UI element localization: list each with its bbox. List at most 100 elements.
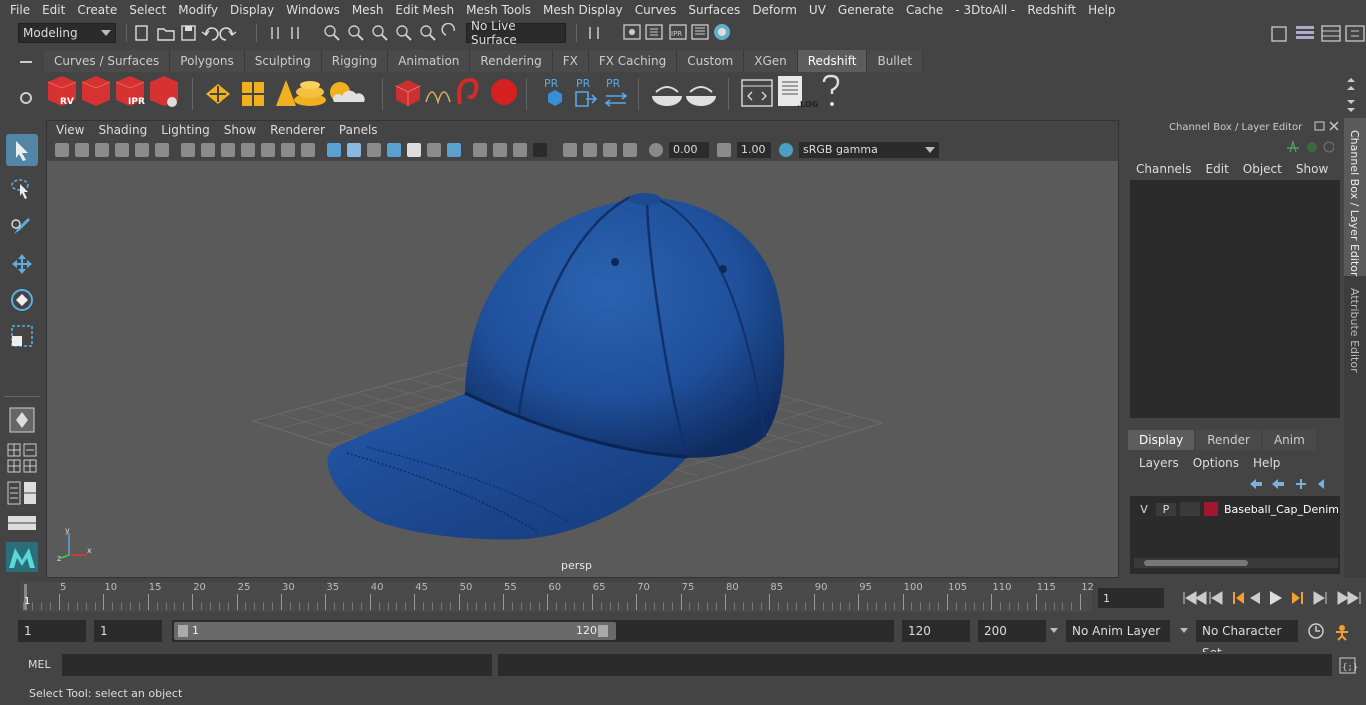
vp-menu-renderer[interactable]: Renderer	[263, 123, 332, 137]
menu-file[interactable]: File	[4, 3, 36, 17]
range-handle-left-grip[interactable]	[178, 625, 188, 637]
depth-of-field-icon[interactable]	[533, 143, 547, 157]
menu-mesh-display[interactable]: Mesh Display	[537, 3, 629, 17]
command-language-label[interactable]: MEL	[28, 658, 51, 671]
menu-display[interactable]: Display	[224, 3, 280, 17]
layer-tab-display[interactable]: Display	[1128, 430, 1195, 450]
layer-visibility-toggle[interactable]: V	[1134, 503, 1154, 516]
menu-mesh[interactable]: Mesh	[346, 3, 390, 17]
xray-components-icon[interactable]	[623, 143, 637, 157]
layer-menu-help[interactable]: Help	[1253, 456, 1280, 470]
grid-icon[interactable]	[181, 143, 195, 157]
tab-fx[interactable]: FX	[552, 50, 589, 72]
tab-rendering[interactable]: Rendering	[470, 50, 553, 72]
exposure-icon[interactable]	[649, 143, 663, 157]
playback-start-field[interactable]: 1	[94, 620, 162, 642]
xray-icon[interactable]	[583, 143, 597, 157]
lasso-tool[interactable]	[6, 172, 38, 204]
channel-box-mode-icons[interactable]	[1284, 138, 1334, 156]
ambient-occlusion-icon[interactable]	[473, 143, 487, 157]
panel-window-controls[interactable]	[1312, 120, 1342, 134]
viewport-scene[interactable]: y x z	[47, 161, 1118, 577]
textured-icon[interactable]	[407, 143, 421, 157]
wireframe-icon[interactable]	[327, 143, 341, 157]
gamma-icon[interactable]	[717, 143, 731, 157]
range-slider[interactable]: 1 120	[172, 620, 894, 642]
gate-mask-icon[interactable]	[241, 143, 255, 157]
smooth-shade-icon[interactable]	[347, 143, 361, 157]
cb-menu-channels[interactable]: Channels	[1136, 162, 1192, 176]
tab-custom[interactable]: Custom	[677, 50, 745, 72]
layout-presets-icons[interactable]	[6, 442, 38, 552]
redshift-shelf-icons[interactable]: PR PR PR	[40, 72, 1340, 116]
layer-playback-toggle[interactable]: P	[1156, 502, 1176, 516]
tab-polygons[interactable]: Polygons	[170, 50, 245, 72]
tab-fx-caching[interactable]: FX Caching	[588, 50, 678, 72]
tab-animation[interactable]: Animation	[388, 50, 471, 72]
end-time-field[interactable]: 200	[978, 620, 1046, 642]
bookmark-icon[interactable]	[95, 143, 109, 157]
layer-name[interactable]: Baseball_Cap_Denim_B	[1224, 503, 1338, 516]
menu-edit[interactable]: Edit	[36, 3, 71, 17]
menu-select[interactable]: Select	[123, 3, 172, 17]
cb-menu-show[interactable]: Show	[1296, 162, 1328, 176]
menu-deform[interactable]: Deform	[746, 3, 803, 17]
layer-type-toggle[interactable]	[1180, 502, 1200, 516]
menu-generate[interactable]: Generate	[832, 3, 900, 17]
gamma-field[interactable]: 1.00	[737, 142, 771, 158]
safe-action-icon[interactable]	[281, 143, 295, 157]
layer-tab-render[interactable]: Render	[1196, 430, 1261, 450]
current-frame-value[interactable]: 1	[1103, 592, 1110, 605]
vp-menu-shading[interactable]: Shading	[91, 123, 154, 137]
live-surface-field[interactable]: No Live Surface	[466, 19, 566, 47]
side-tab-attribute-editor[interactable]: Attribute Editor	[1344, 278, 1366, 378]
render-tools-icons[interactable]: IPR	[622, 22, 752, 44]
safe-title-icon[interactable]	[301, 143, 315, 157]
move-tool[interactable]	[6, 248, 38, 280]
camera-icon[interactable]	[55, 143, 69, 157]
anti-alias-icon[interactable]	[513, 143, 527, 157]
menu-cache[interactable]: Cache	[900, 3, 949, 17]
menu-help[interactable]: Help	[1082, 3, 1121, 17]
selection-mask-icons[interactable]	[262, 23, 322, 43]
tab-redshift[interactable]: Redshift	[797, 50, 868, 72]
menu-uv[interactable]: UV	[803, 3, 832, 17]
rotate-tool[interactable]	[6, 284, 38, 316]
shelf-menu-icon[interactable]	[20, 61, 32, 63]
image-plane-icon[interactable]	[115, 143, 129, 157]
tab-curves-surfaces[interactable]: Curves / Surfaces	[44, 50, 171, 72]
resolution-gate-icon[interactable]	[221, 143, 235, 157]
snap-tools-icons[interactable]	[322, 23, 462, 43]
viewport-panel[interactable]: View Shading Lighting Show Renderer Pane…	[46, 120, 1119, 578]
time-slider[interactable]: 1 5 10 15 20 25 30 35 40 45 50 55 60 65 70 75 80 85 90 95 1…	[20, 582, 1094, 612]
range-slider-handle[interactable]	[174, 622, 616, 640]
construction-history-icons[interactable]	[582, 23, 622, 43]
character-set-dropdown[interactable]: No Character Set	[1180, 620, 1298, 660]
layer-menu-layers[interactable]: Layers	[1139, 456, 1179, 470]
menu-modify[interactable]: Modify	[172, 3, 224, 17]
layer-action-icons[interactable]	[1244, 476, 1334, 492]
menu-surfaces[interactable]: Surfaces	[682, 3, 746, 17]
menu-create[interactable]: Create	[71, 3, 123, 17]
shadows-icon[interactable]	[447, 143, 461, 157]
2d-pan-icon[interactable]	[135, 143, 149, 157]
vp-menu-lighting[interactable]: Lighting	[154, 123, 217, 137]
select-tool[interactable]	[6, 134, 38, 166]
layout-single-button[interactable]	[6, 404, 38, 436]
vp-menu-show[interactable]: Show	[217, 123, 263, 137]
tab-xgen[interactable]: XGen	[744, 50, 798, 72]
layer-menu-options[interactable]: Options	[1193, 456, 1239, 470]
cb-menu-object[interactable]: Object	[1243, 162, 1282, 176]
isolate-select-icon[interactable]	[563, 143, 577, 157]
file-tools-icons[interactable]	[132, 23, 242, 43]
vp-menu-panels[interactable]: Panels	[332, 123, 385, 137]
tab-rigging[interactable]: Rigging	[321, 50, 389, 72]
default-material-icon[interactable]	[387, 143, 401, 157]
channel-list[interactable]	[1130, 180, 1340, 418]
exposure-field[interactable]: 0.00	[669, 142, 709, 158]
tab-bullet[interactable]: Bullet	[867, 50, 924, 72]
menu-edit-mesh[interactable]: Edit Mesh	[389, 3, 460, 17]
wireframe-on-shaded-icon[interactable]	[367, 143, 381, 157]
use-all-lights-icon[interactable]	[427, 143, 441, 157]
xray-joints-icon[interactable]	[603, 143, 617, 157]
